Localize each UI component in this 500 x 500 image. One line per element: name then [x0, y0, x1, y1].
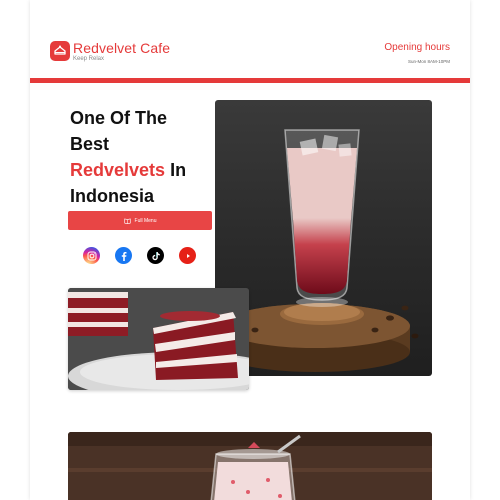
hero-title-line: Best: [70, 134, 110, 154]
facebook-icon: [121, 251, 126, 261]
tiktok-link[interactable]: [147, 247, 164, 264]
opening-hours-value: Sun-Mon 8AM-10PM: [407, 59, 450, 64]
youtube-icon: [186, 253, 190, 258]
youtube-link[interactable]: [179, 247, 196, 264]
cake-slice-icon: [54, 45, 66, 55]
instagram-link[interactable]: [83, 247, 100, 264]
logo[interactable]: [50, 41, 70, 61]
opening-hours-title: Opening hours: [384, 42, 450, 53]
full-menu-button[interactable]: Full Menu: [68, 211, 212, 230]
hero-title: One Of The Best Redvelvets In Indonesia: [70, 105, 230, 209]
full-menu-label: Full Menu: [134, 217, 157, 224]
book-icon: [123, 217, 131, 224]
red-velvet-cake-illustration: [68, 288, 249, 390]
hero-title-accent: Redvelvets: [70, 160, 166, 180]
page-frame: Redvelvet Cafe Keep Relax Opening hours …: [30, 0, 470, 500]
strawberry-milk-illustration: [68, 432, 432, 500]
milkshake-photo: [68, 432, 432, 500]
hero-title-after-accent: In: [165, 160, 187, 180]
site-header: Redvelvet Cafe Keep Relax Opening hours …: [30, 0, 470, 78]
hero-title-line: Indonesia: [70, 186, 155, 206]
hero-title-line: Redvelvets In: [70, 157, 230, 183]
brand-name[interactable]: Redvelvet Cafe: [73, 40, 170, 56]
header-accent-bar: [30, 78, 470, 83]
facebook-link[interactable]: [115, 247, 132, 264]
social-links: [83, 247, 203, 265]
tiktok-icon: [151, 251, 160, 260]
instagram-icon: [87, 251, 96, 260]
cake-photo: [68, 288, 249, 390]
brand-tagline: Keep Relax: [73, 56, 105, 62]
hero-title-line: One Of The: [70, 108, 168, 128]
